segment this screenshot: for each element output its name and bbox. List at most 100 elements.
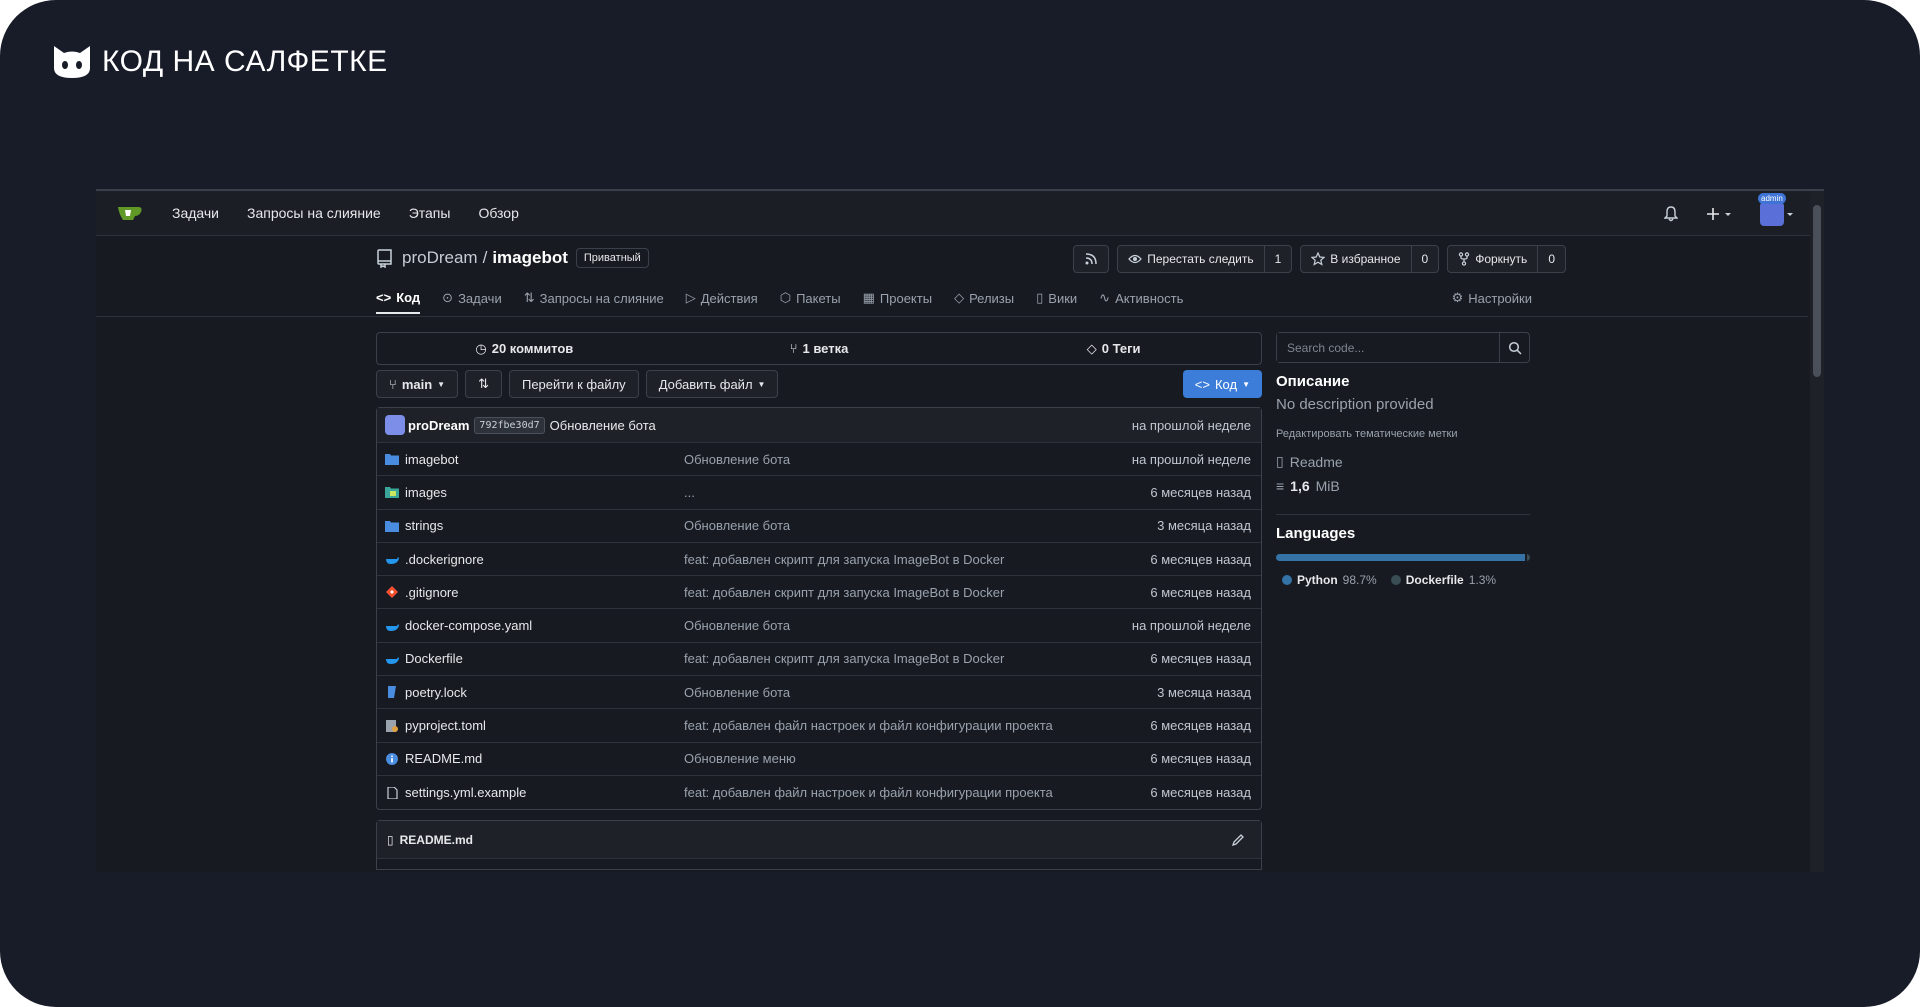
repo-stats: ◷ 20 коммитов ⑂ 1 ветка ◇ 0 Теги <box>376 332 1262 365</box>
file-row[interactable]: images... 6 месяцев назад <box>377 476 1261 510</box>
file-name-cell[interactable]: Dockerfile <box>385 651 665 666</box>
bell-icon[interactable] <box>1664 205 1678 222</box>
tab-pull-requests[interactable]: ⇅ Запросы на слияние <box>524 282 664 314</box>
commit-sha[interactable]: 792fbe30d7 <box>474 416 545 434</box>
file-name-cell[interactable]: .gitignore <box>385 585 665 600</box>
file-name[interactable]: .dockerignore <box>405 552 484 567</box>
tab-settings[interactable]: ⚙ Настройки <box>1452 282 1532 314</box>
pencil-icon[interactable] <box>1231 833 1245 852</box>
scrollbar-thumb[interactable] <box>1813 205 1821 377</box>
tab-wiki[interactable]: ▯ Вики <box>1036 282 1077 314</box>
clone-code-button[interactable]: <> Код ▼ <box>1182 370 1262 398</box>
page-scrollbar[interactable] <box>1810 191 1824 872</box>
brand-logo: КОД НА САЛФЕТКЕ <box>52 44 388 80</box>
file-row[interactable]: README.md Обновление меню 6 месяцев назад <box>377 743 1261 776</box>
tab-actions[interactable]: ▷ Действия <box>686 282 758 314</box>
file-commit-message[interactable]: Обновление бота <box>684 618 790 633</box>
file-name-cell[interactable]: images <box>385 485 665 500</box>
file-commit-message[interactable]: ... <box>684 485 695 500</box>
compare-button[interactable]: ⇅ <box>465 370 502 398</box>
file-commit-message[interactable]: Обновление бота <box>684 685 790 700</box>
nav-milestones[interactable]: Этапы <box>409 205 451 221</box>
tab-code[interactable]: <> Код <box>376 282 421 314</box>
search-code-input[interactable] <box>1277 333 1499 362</box>
file-name-cell[interactable]: settings.yml.example <box>385 785 665 800</box>
watch-count[interactable]: 1 <box>1263 246 1292 272</box>
file-name[interactable]: README.md <box>405 751 482 766</box>
fork-count[interactable]: 0 <box>1537 246 1565 272</box>
file-name[interactable]: images <box>405 485 447 500</box>
file-row[interactable]: strings Обновление бота 3 месяца назад <box>377 510 1261 543</box>
fork-button[interactable]: Форкнуть 0 <box>1447 245 1566 273</box>
commits-link[interactable]: ◷ 20 коммитов <box>377 341 672 357</box>
file-row[interactable]: imagebot Обновление бота на прошлой неделе <box>377 443 1261 477</box>
language-item[interactable]: Dockerfile 1.3% <box>1390 573 1496 587</box>
tab-releases[interactable]: ◇ Релизы <box>954 282 1014 314</box>
nav-issues[interactable]: Задачи <box>172 205 219 221</box>
file-commit-message[interactable]: feat: добавлен скрипт для запуска ImageB… <box>684 552 1004 567</box>
avatar[interactable]: admin <box>1758 192 1786 226</box>
file-row[interactable]: Dockerfile feat: добавлен скрипт для запу… <box>377 643 1261 677</box>
file-name-cell[interactable]: poetry.lock <box>385 685 665 700</box>
file-row[interactable]: pyproject.toml feat: добавлен файл настро… <box>377 709 1261 743</box>
branch-selector[interactable]: ⑂ main ▼ <box>376 370 459 398</box>
tags-link[interactable]: ◇ 0 Теги <box>966 341 1261 357</box>
file-name-cell[interactable]: docker-compose.yaml <box>385 618 665 633</box>
file-row[interactable]: .dockerignore feat: добавлен скрипт для з… <box>377 543 1261 577</box>
file-commit-message[interactable]: Обновление бота <box>684 518 790 533</box>
file-row[interactable]: settings.yml.example feat: добавлен файл … <box>377 776 1261 809</box>
gitea-logo-icon[interactable] <box>116 203 144 223</box>
add-file-dropdown[interactable]: Добавить файл ▼ <box>645 370 779 398</box>
author-avatar[interactable] <box>385 415 405 435</box>
tab-issues[interactable]: ⊙ Задачи <box>442 282 502 314</box>
tab-projects[interactable]: ▦ Проекты <box>863 282 932 314</box>
repo-owner-link[interactable]: proDream <box>402 248 478 268</box>
code-icon: <> <box>376 289 392 305</box>
create-new-dropdown[interactable] <box>1706 207 1732 221</box>
tab-packages[interactable]: ⬡ Пакеты <box>780 282 841 314</box>
user-menu[interactable]: admin <box>1758 192 1796 226</box>
star-count[interactable]: 0 <box>1410 246 1439 272</box>
file-name[interactable]: docker-compose.yaml <box>405 618 532 633</box>
file-commit-message[interactable]: feat: добавлен скрипт для запуска ImageB… <box>684 585 1004 600</box>
file-commit-message[interactable]: feat: добавлен скрипт для запуска ImageB… <box>684 651 1004 666</box>
file-name[interactable]: pyproject.toml <box>405 718 486 733</box>
file-name[interactable]: imagebot <box>405 452 458 467</box>
file-commit-message[interactable]: feat: добавлен файл настроек и файл конф… <box>684 785 1053 800</box>
file-name-cell[interactable]: strings <box>385 518 665 533</box>
file-name[interactable]: poetry.lock <box>405 685 467 700</box>
file-name[interactable]: Dockerfile <box>405 651 463 666</box>
tab-activity[interactable]: ∿ Активность <box>1099 282 1183 314</box>
search-button[interactable] <box>1499 333 1529 362</box>
file-name-cell[interactable]: .dockerignore <box>385 552 665 567</box>
readme-box: ▯ README.md <box>376 820 1262 871</box>
tag-icon: ◇ <box>1086 340 1097 356</box>
file-commit-message[interactable]: Обновление меню <box>684 751 796 766</box>
language-item[interactable]: Python 98.7% <box>1282 573 1377 587</box>
file-name-cell[interactable]: pyproject.toml <box>385 718 665 733</box>
rss-button[interactable] <box>1073 245 1110 273</box>
goto-file-button[interactable]: Перейти к файлу <box>508 370 639 398</box>
file-name-cell[interactable]: README.md <box>385 751 665 766</box>
repo-name-link[interactable]: imagebot <box>492 248 568 268</box>
watch-button[interactable]: Перестать следить 1 <box>1117 245 1293 273</box>
file-row[interactable]: .gitignore feat: добавлен скрипт для запу… <box>377 576 1261 610</box>
commit-author[interactable]: proDream <box>408 418 469 433</box>
nav-explore[interactable]: Обзор <box>478 205 518 221</box>
star-button[interactable]: В избранное 0 <box>1300 245 1440 273</box>
commit-message[interactable]: Обновление бота <box>550 418 656 433</box>
file-name[interactable]: strings <box>405 518 443 533</box>
language-color-dot <box>1390 575 1401 585</box>
file-commit-message[interactable]: feat: добавлен файл настроек и файл конф… <box>684 718 1053 733</box>
file-name-cell[interactable]: imagebot <box>385 452 665 467</box>
branches-link[interactable]: ⑂ 1 ветка <box>672 341 967 356</box>
file-row[interactable]: poetry.lock Обновление бота 3 месяца назад <box>377 676 1261 710</box>
nav-pull-requests[interactable]: Запросы на слияние <box>247 205 381 221</box>
file-name[interactable]: settings.yml.example <box>405 785 526 800</box>
edit-topics-link[interactable]: Редактировать тематические метки <box>1276 428 1530 440</box>
file-name[interactable]: .gitignore <box>405 585 458 600</box>
readme-link[interactable]: ▯ Readme <box>1276 453 1530 470</box>
file-row[interactable]: docker-compose.yaml Обновление бота на про… <box>377 609 1261 643</box>
file-commit-message[interactable]: Обновление бота <box>684 452 790 467</box>
tab-actions-label: Действия <box>700 290 758 306</box>
